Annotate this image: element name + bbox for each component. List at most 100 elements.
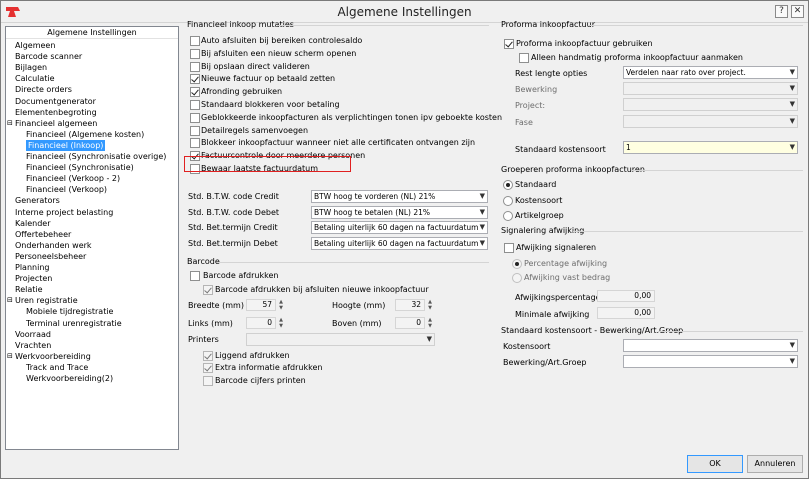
boven-input[interactable]: 0: [395, 317, 425, 329]
groeperen-radio[interactable]: [503, 195, 513, 206]
tree-item[interactable]: Onderhanden werk: [15, 240, 92, 251]
hoogte-spinner[interactable]: ▲ ▼: [426, 299, 434, 311]
printers-select[interactable]: ▼: [246, 333, 435, 346]
tree-item[interactable]: Elementenbegroting: [15, 107, 97, 118]
ok-button[interactable]: OK: [687, 455, 743, 473]
liggend-label: Liggend afdrukken: [215, 351, 290, 360]
tree-collapse-icon[interactable]: ⊟: [7, 351, 13, 362]
tree-item[interactable]: Financieel (Verkoop - 2): [26, 173, 120, 184]
tree-item[interactable]: Offertebeheer: [15, 229, 71, 240]
tree-item[interactable]: Financieel (Synchronisatie overige): [26, 151, 166, 162]
mutatie-checkbox[interactable]: [190, 87, 200, 98]
barcode-afsluiten-checkbox[interactable]: [203, 285, 213, 295]
proforma-gebruiken-checkbox[interactable]: [504, 39, 514, 49]
tree-item[interactable]: Bijlagen: [15, 62, 47, 73]
tree-item[interactable]: Werkvoorbereiding(2): [26, 373, 113, 384]
tree-item[interactable]: Projecten: [15, 273, 52, 284]
tree-item[interactable]: Relatie: [15, 284, 43, 295]
field-select[interactable]: Betaling uiterlijk 60 dagen na factuurda…: [311, 221, 488, 235]
mutatie-checkbox[interactable]: [190, 112, 200, 123]
field-value: Betaling uiterlijk 60 dagen na factuurda…: [314, 223, 479, 233]
links-input[interactable]: 0: [246, 317, 276, 329]
tree-item[interactable]: Barcode scanner: [15, 51, 82, 62]
liggend-checkbox[interactable]: [203, 351, 213, 361]
mutatie-checkbox[interactable]: [190, 48, 200, 59]
mutatie-checkbox[interactable]: [190, 36, 200, 46]
tree-item[interactable]: Financieel (Algemene kosten): [26, 129, 144, 140]
mutatie-label: Afronding gebruiken: [201, 87, 283, 97]
tree-item[interactable]: Directe orders: [15, 84, 72, 95]
tree-item[interactable]: Algemeen: [15, 40, 55, 51]
stdkost-header: Standaard kostensoort - Bewerking/Art.Gr…: [501, 326, 684, 335]
tree-item[interactable]: Vrachten: [15, 340, 51, 351]
tree-collapse-icon[interactable]: ⊟: [7, 295, 13, 306]
minimale-afwijking-input[interactable]: 0,00: [597, 307, 655, 319]
tree-item[interactable]: Financieel (Synchronisatie): [26, 162, 134, 173]
tree-item[interactable]: Financieel (Verkoop): [26, 184, 107, 195]
groeperen-radio[interactable]: [503, 211, 513, 221]
field-select[interactable]: Betaling uiterlijk 60 dagen na factuurda…: [311, 237, 488, 251]
tree-item[interactable]: Kalender: [15, 218, 51, 229]
rest-lengte-label: Rest lengte opties: [515, 69, 588, 78]
tree-item[interactable]: Voorraad: [15, 329, 51, 340]
bewerking-artgroep-select[interactable]: ▼: [623, 355, 798, 368]
breedte-spinner[interactable]: ▲ ▼: [277, 299, 285, 311]
tree-item[interactable]: Financieel (Inkoop): [26, 139, 106, 151]
tree-item[interactable]: Terminal urenregistratie: [26, 318, 122, 329]
close-icon[interactable]: ✕: [791, 5, 804, 18]
kostensoort-select[interactable]: ▼: [623, 339, 798, 352]
project-select[interactable]: ▼: [623, 98, 798, 111]
fase-select[interactable]: ▼: [623, 115, 798, 128]
settings-tree[interactable]: Algemene Instellingen Algemeen Barcode sc…: [5, 26, 179, 450]
tree-collapse-icon[interactable]: ⊟: [7, 118, 13, 129]
handmatig-label: Alleen handmatig proforma inkoopfactuur …: [531, 53, 743, 62]
vast-bedrag-radio[interactable]: [512, 273, 522, 283]
bewerking-select[interactable]: ▼: [623, 82, 798, 95]
extra-info-label: Extra informatie afdrukken: [215, 363, 323, 372]
afwijkingspercentage-label: Afwijkingspercentage: [515, 293, 601, 302]
chevron-down-icon: ▼: [789, 143, 795, 151]
tree-item[interactable]: Generators: [15, 195, 60, 206]
tree-item[interactable]: Interne project belasting: [15, 207, 113, 218]
tree-item[interactable]: Documentgenerator: [15, 96, 96, 107]
groeperen-label: Kostensoort: [515, 195, 563, 205]
fase-label: Fase: [515, 118, 533, 127]
std-kostensoort-select[interactable]: 1 ▼: [623, 141, 798, 154]
kostensoort-label: Kostensoort: [503, 342, 551, 351]
mutatie-checkbox[interactable]: [190, 100, 200, 110]
tree-item[interactable]: Calculatie: [15, 73, 55, 84]
tree-item[interactable]: Track and Trace: [26, 362, 88, 373]
tree-item[interactable]: Werkvoorbereiding: [15, 351, 91, 362]
rest-lengte-select[interactable]: Verdelen naar rato over project. ▼: [623, 66, 798, 79]
boven-spinner[interactable]: ▲ ▼: [426, 317, 434, 329]
groeperen-radio[interactable]: [503, 180, 513, 190]
handmatig-checkbox[interactable]: [519, 53, 529, 63]
mutatie-checkbox[interactable]: [190, 125, 200, 136]
chevron-down-icon: ▼: [479, 192, 485, 200]
percentage-afwijking-radio[interactable]: [512, 259, 522, 269]
hoogte-input[interactable]: 32: [395, 299, 425, 311]
mutatie-label: Auto afsluiten bij bereiken controlesald…: [201, 36, 363, 45]
tree-item[interactable]: Personeelsbeheer: [15, 251, 86, 262]
tree-item[interactable]: Financieel algemeen: [15, 118, 97, 129]
extra-info-checkbox[interactable]: [203, 363, 213, 373]
breedte-input[interactable]: 57: [246, 299, 276, 311]
barcode-cijfers-checkbox[interactable]: [203, 376, 213, 386]
tree-item[interactable]: Mobiele tijdregistratie: [26, 306, 113, 317]
mutatie-checkbox[interactable]: [190, 61, 200, 72]
highlight-box: [184, 156, 351, 172]
barcode-afdrukken-checkbox[interactable]: [190, 271, 200, 281]
afwijkingspercentage-input[interactable]: 0,00: [597, 290, 655, 302]
tree-item[interactable]: Planning: [15, 262, 49, 273]
mutatie-label: Bij opslaan direct valideren: [201, 61, 310, 71]
cancel-button[interactable]: Annuleren: [747, 455, 803, 473]
mutatie-label: Standaard blokkeren voor betaling: [201, 100, 340, 109]
tree-item[interactable]: Uren registratie: [15, 295, 78, 306]
afwijking-signaleren-checkbox[interactable]: [504, 243, 514, 253]
field-select[interactable]: BTW hoog te vorderen (NL) 21% ▼: [311, 190, 488, 203]
links-spinner[interactable]: ▲ ▼: [277, 317, 285, 329]
mutatie-checkbox[interactable]: [190, 74, 200, 85]
mutatie-checkbox[interactable]: [190, 138, 200, 149]
field-select[interactable]: BTW hoog te betalen (NL) 21% ▼: [311, 205, 488, 219]
help-icon[interactable]: ?: [775, 5, 788, 18]
